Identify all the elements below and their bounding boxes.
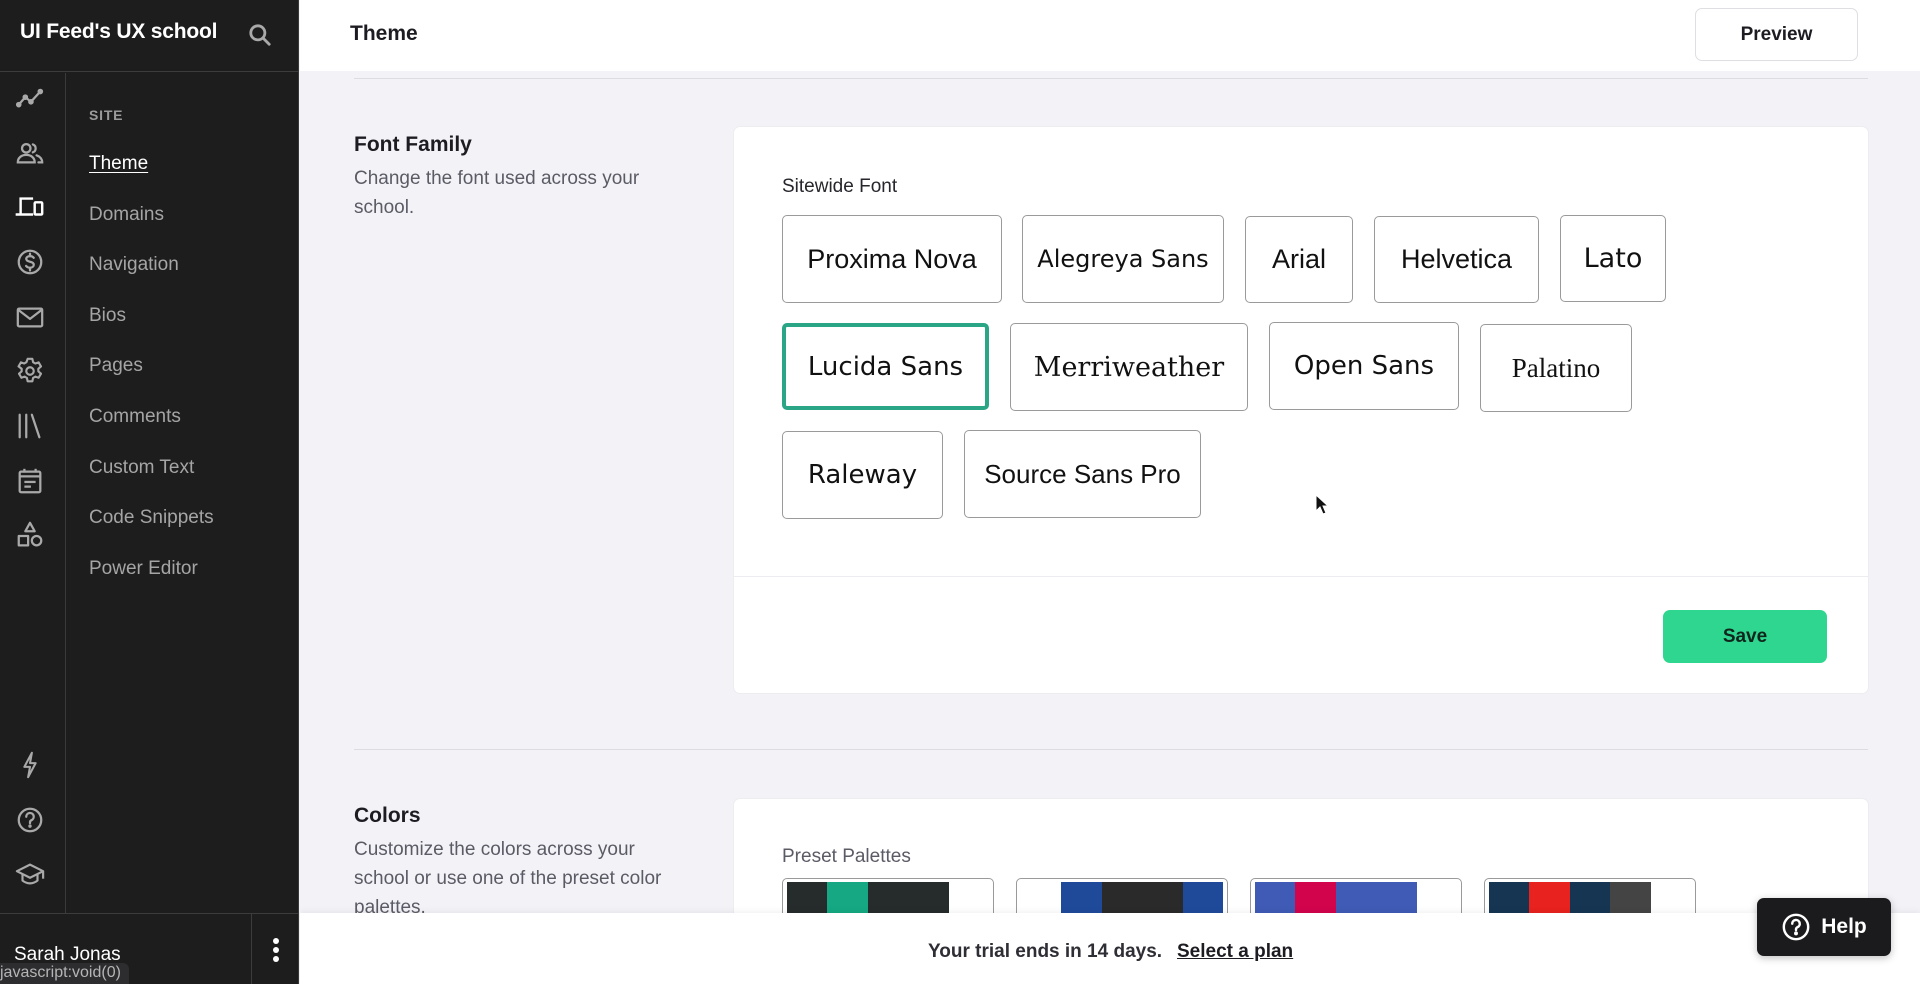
- divider: [354, 78, 1868, 79]
- help-button[interactable]: Help: [1757, 898, 1891, 956]
- font-family-title: Font Family: [354, 133, 472, 156]
- question-circle-icon: [17, 807, 43, 833]
- subnav-item-comments[interactable]: Comments: [89, 406, 181, 428]
- rail-item-apps[interactable]: [14, 519, 46, 551]
- search-icon[interactable]: [247, 22, 273, 48]
- card-divider: [734, 576, 1868, 577]
- gear-icon: [17, 357, 43, 383]
- font-option-helvetica[interactable]: Helvetica: [1374, 216, 1539, 303]
- question-circle-icon: [1782, 913, 1810, 941]
- shapes-icon: [17, 521, 43, 547]
- rail-item-emails[interactable]: [14, 301, 46, 333]
- status-bar-url: javascript:void(0): [0, 963, 129, 984]
- rail-item-help[interactable]: [14, 804, 46, 836]
- font-option-open-sans[interactable]: Open Sans: [1269, 322, 1459, 410]
- trend-line-icon: [15, 88, 44, 108]
- font-option-raleway[interactable]: Raleway: [782, 431, 943, 519]
- subnav-heading: SITE: [89, 107, 124, 123]
- rail-item-calendar[interactable]: [14, 465, 46, 497]
- palette-option[interactable]: [1250, 878, 1462, 918]
- user-menu-button[interactable]: [251, 914, 299, 984]
- colors-description: Customize the colors across your school …: [354, 839, 662, 918]
- sidebar: UI Feed's UX school SITE Theme Domains N…: [0, 0, 299, 984]
- palette-option[interactable]: [1484, 878, 1696, 918]
- subnav-item-bios[interactable]: Bios: [89, 305, 126, 327]
- subnav-item-theme[interactable]: Theme: [89, 153, 148, 175]
- font-option-source-sans-pro[interactable]: Source Sans Pro: [964, 430, 1201, 518]
- calendar-icon: [18, 468, 42, 494]
- rail-item-library[interactable]: [14, 410, 46, 442]
- graduation-cap-icon: [15, 863, 45, 885]
- users-icon: [16, 142, 44, 164]
- font-option-alegreya-sans[interactable]: Alegreya Sans: [1022, 215, 1224, 303]
- help-label: Help: [1821, 915, 1867, 938]
- dollar-circle-icon: [17, 249, 43, 275]
- select-plan-link[interactable]: Select a plan: [1177, 941, 1293, 963]
- font-option-arial[interactable]: Arial: [1245, 216, 1353, 303]
- icon-rail: [0, 73, 66, 913]
- preset-palettes-label: Preset Palettes: [782, 846, 911, 867]
- kebab-menu-icon: [272, 937, 279, 962]
- divider: [354, 749, 1868, 750]
- school-name[interactable]: UI Feed's UX school: [20, 20, 217, 44]
- font-family-description: Change the font used across your school.: [354, 168, 640, 218]
- preview-button[interactable]: Preview: [1695, 8, 1858, 61]
- subnav-item-pages[interactable]: Pages: [89, 355, 143, 377]
- font-option-merriweather[interactable]: Merriweather: [1010, 323, 1248, 411]
- subnav-item-domains[interactable]: Domains: [89, 204, 164, 226]
- font-option-lucida-sans[interactable]: Lucida Sans: [782, 323, 989, 410]
- rail-item-school[interactable]: [14, 858, 46, 890]
- palette-option[interactable]: [782, 878, 994, 918]
- save-button[interactable]: Save: [1663, 610, 1827, 663]
- sitewide-font-label: Sitewide Font: [782, 176, 898, 197]
- rail-item-users[interactable]: [14, 137, 46, 169]
- rail-item-sales[interactable]: [14, 246, 46, 278]
- site-subnav: SITE Theme Domains Navigation Bios Pages…: [67, 73, 299, 913]
- colors-title: Colors: [354, 804, 421, 827]
- top-bar: Theme Preview: [300, 0, 1920, 71]
- trial-banner: Your trial ends in 14 days. Select a pla…: [300, 913, 1920, 984]
- rail-item-analytics[interactable]: [14, 83, 46, 115]
- font-option-palatino[interactable]: Palatino: [1480, 324, 1632, 412]
- subnav-item-navigation[interactable]: Navigation: [89, 254, 179, 276]
- font-option-lato[interactable]: Lato: [1560, 215, 1666, 302]
- subnav-item-custom-text[interactable]: Custom Text: [89, 457, 194, 479]
- rail-item-whats-new[interactable]: [14, 749, 46, 781]
- mail-icon: [16, 307, 44, 328]
- font-family-card: Sitewide Font Proxima Nova Alegreya Sans…: [734, 127, 1868, 693]
- page-title: Theme: [350, 22, 418, 45]
- mouse-cursor-icon: [1315, 494, 1330, 515]
- subnav-item-code-snippets[interactable]: Code Snippets: [89, 507, 214, 529]
- trial-message: Your trial ends in 14 days.: [928, 941, 1163, 962]
- devices-icon: [15, 197, 44, 216]
- brand-header: UI Feed's UX school: [0, 0, 299, 72]
- rail-item-site[interactable]: [14, 191, 46, 223]
- rail-item-settings[interactable]: [14, 355, 46, 387]
- palette-option[interactable]: [1016, 878, 1228, 918]
- library-icon: [18, 413, 41, 439]
- subnav-item-power-editor[interactable]: Power Editor: [89, 558, 198, 580]
- font-option-proxima-nova[interactable]: Proxima Nova: [782, 215, 1002, 303]
- lightning-icon: [23, 751, 37, 779]
